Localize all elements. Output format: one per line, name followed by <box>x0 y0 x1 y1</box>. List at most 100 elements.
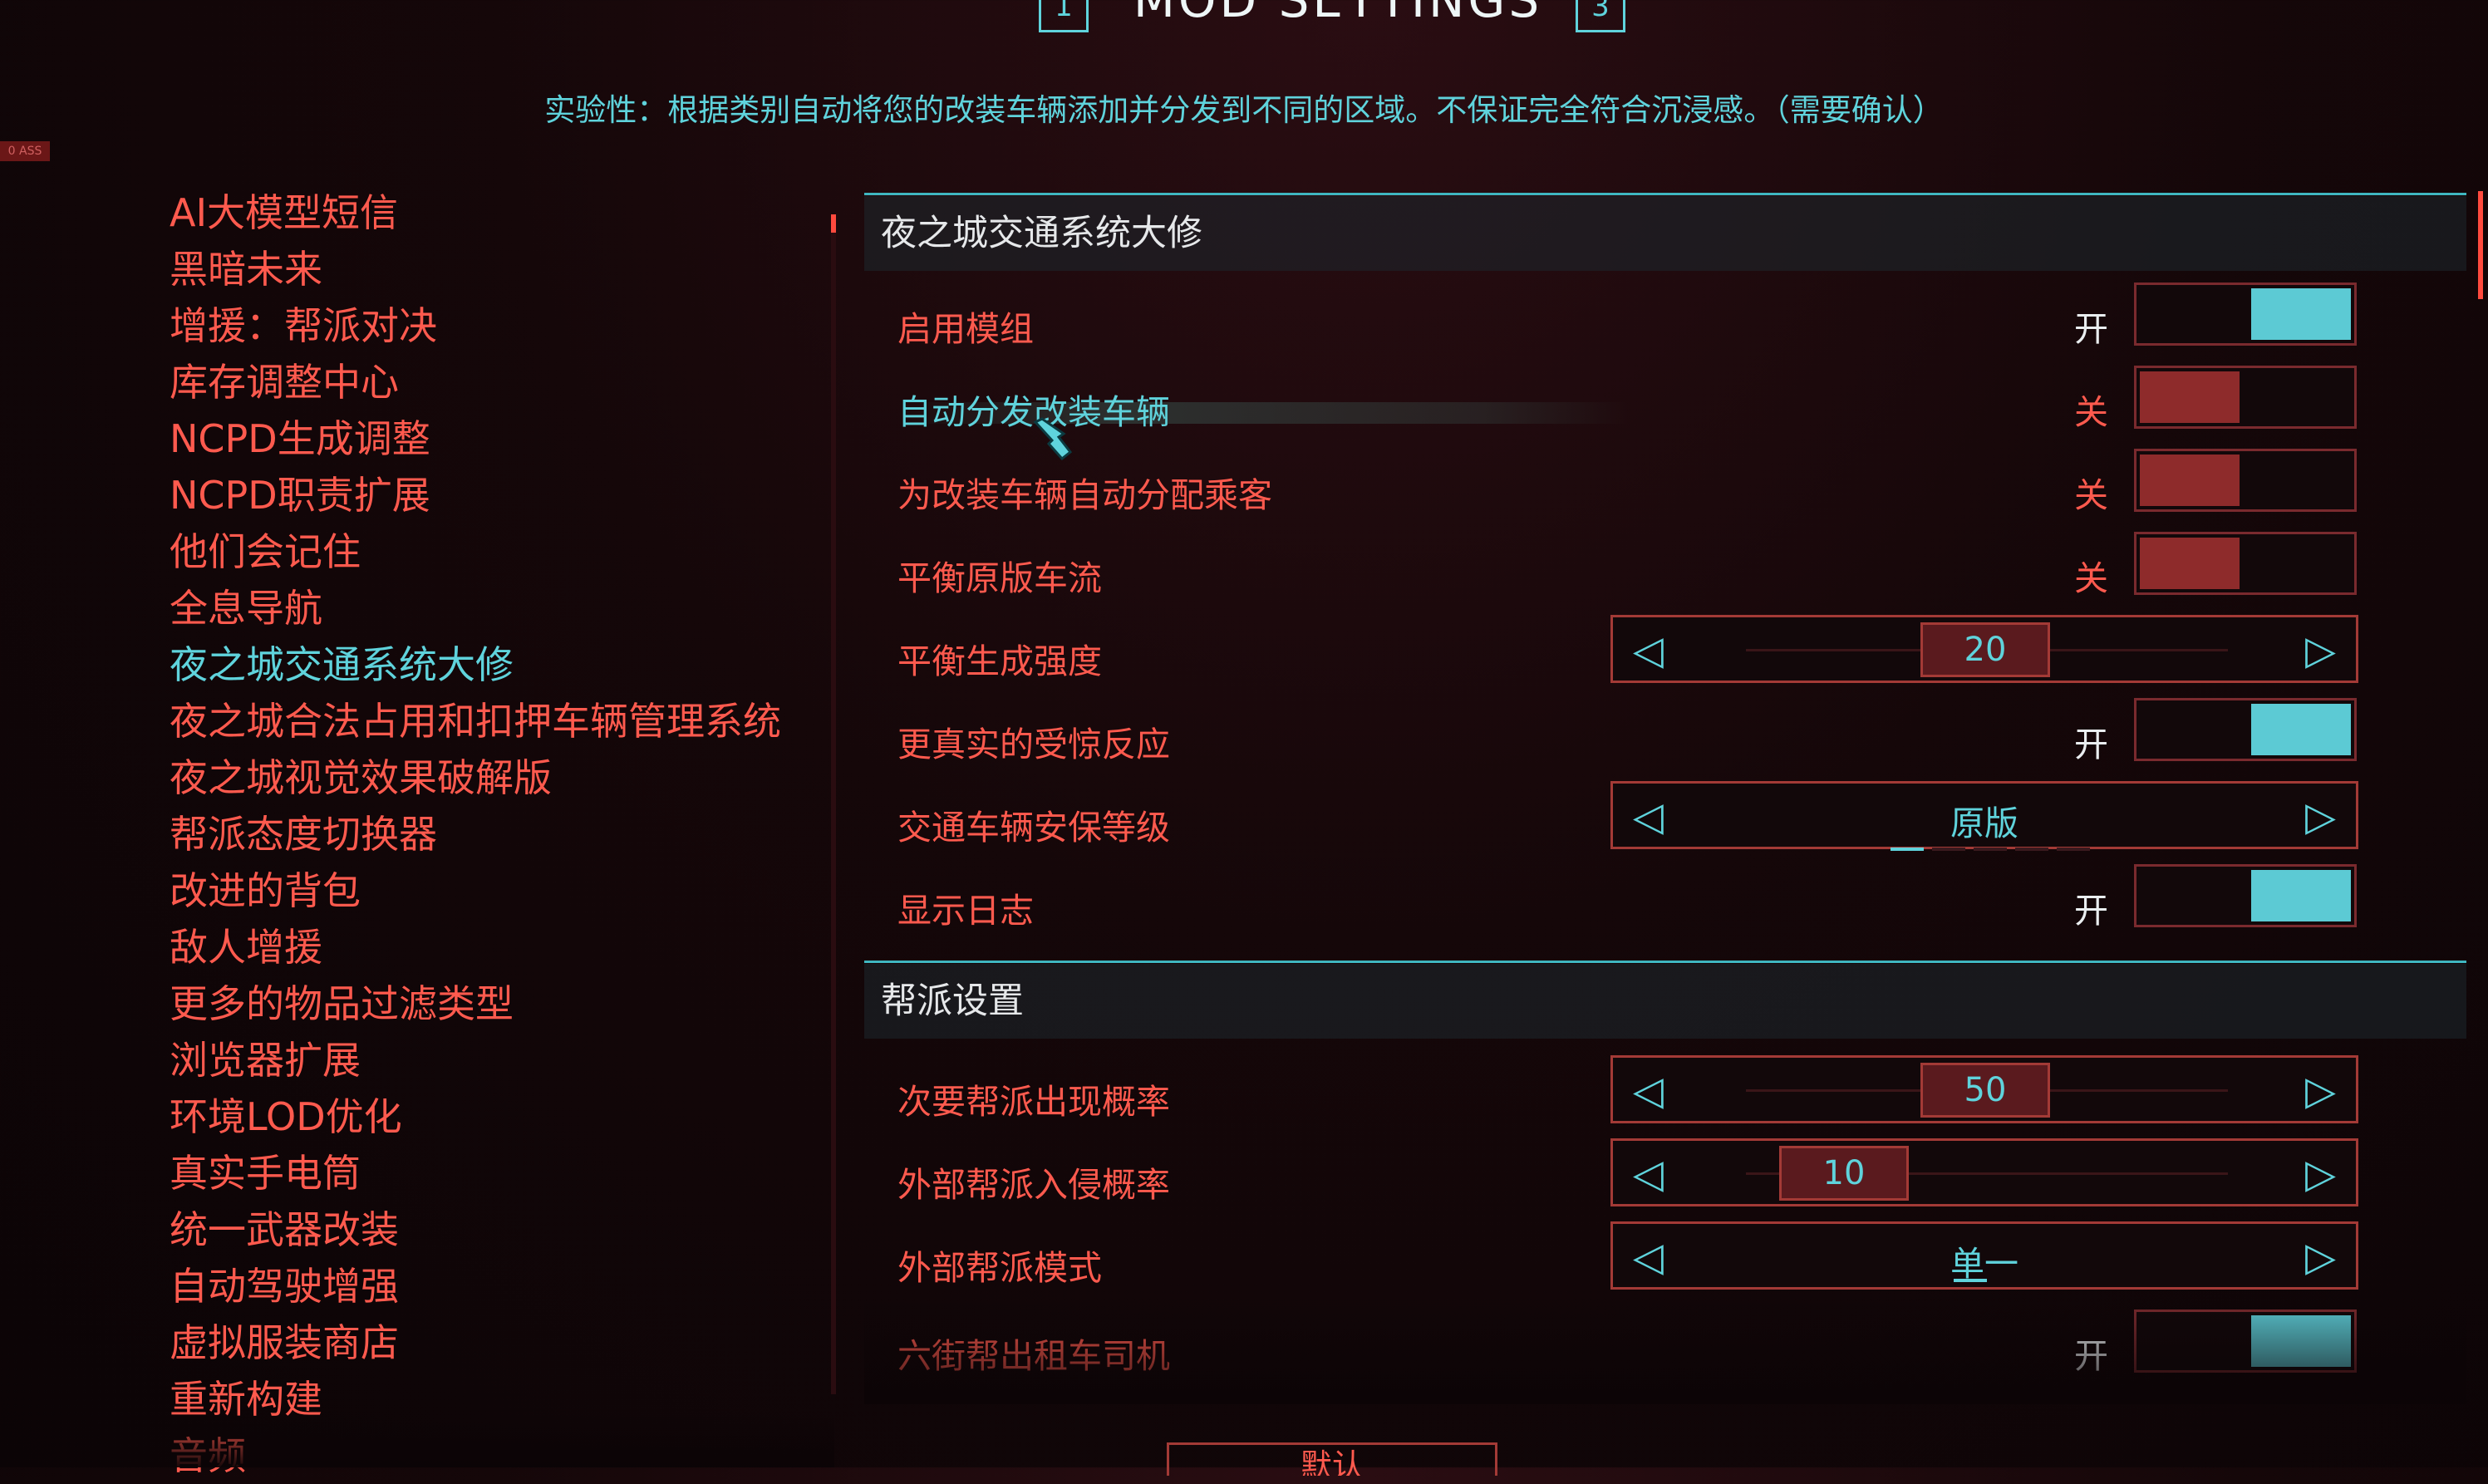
mod-list-item[interactable]: 敌人增援 <box>170 919 834 975</box>
section-title: 帮派设置 <box>864 964 2466 1039</box>
slider-stepper[interactable]: ◁ 10 ▷ <box>1610 1138 2358 1206</box>
arrow-right-icon[interactable]: ▷ <box>2305 627 2336 674</box>
toggle-switch[interactable] <box>2134 532 2357 595</box>
setting-auto-distribute[interactable]: 自动分发改装车辆 关 <box>864 366 2466 449</box>
mod-list-item[interactable]: 增援：帮派对决 <box>170 297 834 354</box>
toggle-state: 关 <box>2074 558 2108 598</box>
mod-list-scrollbar[interactable] <box>831 214 836 1394</box>
mod-list-item[interactable]: 虚拟服装商店 <box>170 1314 834 1371</box>
mod-list-item[interactable]: 自动驾驶增强 <box>170 1258 834 1314</box>
setting-show-log[interactable]: 显示日志 开 <box>864 864 2466 947</box>
setting-enable-mod[interactable]: 启用模组 开 <box>864 283 2466 366</box>
setting-label: 启用模组 <box>897 309 1034 349</box>
toggle-switch[interactable] <box>2134 449 2357 512</box>
top-bar: 1 MOD SETTINGS 3 <box>0 0 2488 50</box>
setting-label: 交通车辆安保等级 <box>897 808 1170 848</box>
mod-list-item[interactable]: 夜之城视觉效果破解版 <box>170 749 834 806</box>
setting-label: 次要帮派出现概率 <box>897 1082 1170 1122</box>
mod-list-item[interactable]: AI大模型短信 <box>170 184 834 241</box>
mod-list-item-active[interactable]: 夜之城交通系统大修 <box>170 636 834 693</box>
option-dot <box>1974 848 2007 851</box>
setting-security-level[interactable]: 交通车辆安保等级 ◁ 原版 ▷ <box>864 781 2466 864</box>
list-fade <box>170 1413 834 1467</box>
arrow-right-icon[interactable]: ▷ <box>2305 1234 2336 1280</box>
toggle-knob <box>2251 1315 2351 1367</box>
toggle-state: 关 <box>2074 392 2108 432</box>
mod-list-item[interactable]: 帮派态度切换器 <box>170 806 834 862</box>
option-dot <box>1932 848 1965 851</box>
slider-value[interactable]: 50 <box>1920 1063 2050 1118</box>
arrow-right-icon[interactable]: ▷ <box>2305 794 2336 840</box>
mod-list-item[interactable]: NCPD生成调整 <box>170 410 834 467</box>
setting-outside-gang-mode[interactable]: 外部帮派模式 ◁ 单一 ▷ <box>864 1221 2466 1305</box>
next-tab-key-hint[interactable]: 3 <box>1576 0 1625 32</box>
default-button[interactable]: 默认 <box>1167 1442 1497 1476</box>
option-dot <box>2015 848 2048 851</box>
mod-list-item[interactable]: 环境LOD优化 <box>170 1088 834 1145</box>
status-tag: 0 ASS <box>0 141 50 161</box>
section-title: 夜之城交通系统大修 <box>864 196 2466 271</box>
setting-balance-strength[interactable]: 平衡生成强度 ◁ 20 ▷ <box>864 615 2466 698</box>
setting-label: 外部帮派模式 <box>897 1248 1102 1288</box>
setting-label: 显示日志 <box>897 891 1034 931</box>
mod-list-item[interactable]: 浏览器扩展 <box>170 1032 834 1088</box>
setting-label: 平衡原版车流 <box>897 558 1102 598</box>
toggle-state: 开 <box>2074 725 2108 764</box>
toggle-switch[interactable] <box>2134 1310 2357 1373</box>
option-selector[interactable]: ◁ 原版 ▷ <box>1610 781 2358 851</box>
mod-list-item[interactable]: NCPD职责扩展 <box>170 467 834 523</box>
arrow-left-icon[interactable]: ◁ <box>1633 1068 1664 1114</box>
setting-label: 平衡生成强度 <box>897 641 1102 681</box>
toggle-switch[interactable] <box>2134 698 2357 761</box>
settings-panel: 夜之城交通系统大修 启用模组 开 自动分发改装车辆 关 为改装车辆自动分配乘客 … <box>864 183 2466 1396</box>
arrow-left-icon[interactable]: ◁ <box>1633 1151 1664 1197</box>
mod-list-item[interactable]: 统一武器改装 <box>170 1201 834 1258</box>
mod-list-item[interactable]: 改进的背包 <box>170 862 834 919</box>
slider-value[interactable]: 10 <box>1779 1146 1909 1201</box>
section-divider <box>864 961 2466 963</box>
setting-label: 为改装车辆自动分配乘客 <box>897 475 1272 515</box>
toggle-switch[interactable] <box>2134 864 2357 927</box>
mod-list-item[interactable]: 更多的物品过滤类型 <box>170 975 834 1032</box>
slider-value[interactable]: 20 <box>1920 622 2050 677</box>
toggle-knob <box>2140 455 2240 506</box>
mod-list-item[interactable]: 真实手电筒 <box>170 1145 834 1201</box>
scrollbar-thumb[interactable] <box>831 214 836 233</box>
mod-list-item[interactable]: 库存调整中心 <box>170 354 834 410</box>
option-selector[interactable]: ◁ 单一 ▷ <box>1610 1221 2358 1290</box>
mod-list-item[interactable]: 全息导航 <box>170 580 834 636</box>
option-dot <box>2057 848 2090 851</box>
setting-minor-gang-chance[interactable]: 次要帮派出现概率 ◁ 50 ▷ <box>864 1055 2466 1138</box>
toggle-knob <box>2251 870 2351 921</box>
toggle-knob <box>2140 538 2240 589</box>
mod-list-item[interactable]: 他们会记住 <box>170 523 834 580</box>
slider-stepper[interactable]: ◁ 20 ▷ <box>1610 615 2358 683</box>
mod-list-item[interactable]: 黑暗未来 <box>170 241 834 297</box>
toggle-switch[interactable] <box>2134 366 2357 429</box>
arrow-left-icon[interactable]: ◁ <box>1633 627 1664 674</box>
toggle-state: 开 <box>2074 891 2108 931</box>
slider-stepper[interactable]: ◁ 50 ▷ <box>1610 1055 2358 1123</box>
hand-cursor-icon <box>1033 417 1073 461</box>
toggle-knob <box>2140 371 2240 423</box>
toggle-state: 关 <box>2074 475 2108 515</box>
setting-realistic-reaction[interactable]: 更真实的受惊反应 开 <box>864 698 2466 781</box>
setting-auto-passengers[interactable]: 为改装车辆自动分配乘客 关 <box>864 449 2466 532</box>
option-indicator <box>1954 1279 1987 1282</box>
arrow-right-icon[interactable]: ▷ <box>2305 1151 2336 1197</box>
settings-scrollbar[interactable] <box>2478 191 2483 299</box>
section-divider <box>864 193 2466 195</box>
mod-list: AI大模型短信 黑暗未来 增援：帮派对决 库存调整中心 NCPD生成调整 NCP… <box>170 184 834 1484</box>
setting-outside-gang-chance[interactable]: 外部帮派入侵概率 ◁ 10 ▷ <box>864 1138 2466 1221</box>
setting-taxi-driver[interactable]: 六街帮出租车司机 开 <box>864 1310 2466 1393</box>
toggle-switch[interactable] <box>2134 283 2357 346</box>
arrow-right-icon[interactable]: ▷ <box>2305 1068 2336 1114</box>
mod-list-item[interactable]: 夜之城合法占用和扣押车辆管理系统 <box>170 693 834 749</box>
toggle-state: 开 <box>2074 309 2108 349</box>
toggle-knob <box>2251 288 2351 340</box>
toggle-state: 开 <box>2074 1336 2108 1376</box>
selected-option: 原版 <box>1950 803 2018 843</box>
mod-description: 实验性：根据类别自动将您的改装车辆添加并分发到不同的区域。不保证完全符合沉浸感。… <box>544 92 1944 128</box>
prev-tab-key-hint[interactable]: 1 <box>1039 0 1089 32</box>
setting-balance-traffic[interactable]: 平衡原版车流 关 <box>864 532 2466 615</box>
